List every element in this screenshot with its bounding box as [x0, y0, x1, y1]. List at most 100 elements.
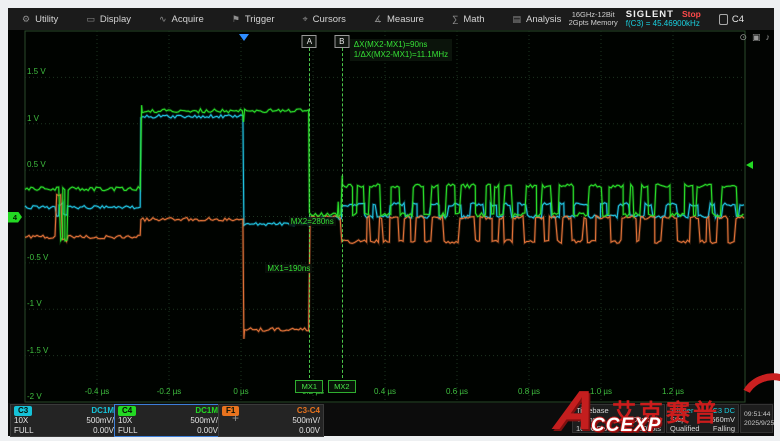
menu-item-utility[interactable]: ⚙Utility — [8, 8, 72, 30]
trigger-panel[interactable]: Trigger C3 DC Stop 560mV Qualified Falli… — [666, 404, 739, 433]
gear-icon: ⚙ — [22, 15, 30, 24]
measure-icon: ∡ — [374, 15, 382, 24]
channel-coupling: DC1M — [91, 406, 114, 416]
menu-item-label: Analysis — [526, 14, 561, 25]
voltage-tick-label: 1 V — [27, 114, 39, 123]
channel-field: 500mV/ — [86, 416, 114, 426]
voltage-tick-label: -1.5 V — [27, 346, 48, 355]
menu-item-label: Trigger — [245, 14, 275, 25]
timebase-delay: 400ns — [576, 415, 596, 424]
menu-item-measure[interactable]: ∡ Measure — [360, 8, 438, 30]
cursor-inverse-delta-x: 1/ΔX(MX2-MX1)=11.1MHz — [354, 50, 448, 60]
trigger-type: Qualified — [670, 424, 700, 433]
cursor-delta-x: ΔX(MX2-MX1)=90ns — [354, 40, 448, 50]
channel-field: 500mV/ — [292, 416, 320, 426]
memory-label: 2Gpts Memory — [569, 19, 618, 28]
voltage-tick-label: 1.5 V — [27, 67, 46, 76]
channel-coupling: C3-C4 — [297, 406, 320, 416]
analysis-icon: ▤ — [513, 15, 522, 24]
channel-field: 10X — [14, 416, 28, 426]
menu-bar: ⚙Utility ▭ Display ∿ Acquire ⚑ Trigger ⌖ Cursors… — [8, 8, 774, 31]
channel-field: FULL — [118, 426, 138, 436]
menu-item-display[interactable]: ▭ Display — [72, 8, 145, 30]
menu-item-acquire[interactable]: ∿ Acquire — [145, 8, 218, 30]
mx2-cursor-tag[interactable]: MX2 — [328, 380, 356, 393]
scope-specs: 16GHz-12Bit 2Gpts Memory — [569, 11, 618, 28]
mx2-value-label: MX2=280ns — [289, 217, 336, 226]
waveform-display[interactable]: 1.5 V 1 V 0.5 V -0.5 V -1 V -1.5 V -2 V -0.4 µ… — [8, 30, 774, 403]
cursor-mx2-line[interactable] — [342, 38, 343, 388]
channel-chip-c4: C4 — [118, 406, 136, 416]
timebase-points: 20kpts — [639, 424, 661, 433]
cursors-crosshair-icon: ⌖ — [303, 15, 308, 24]
active-channel-selector[interactable]: C4 — [719, 14, 744, 25]
beeper-icon[interactable]: ♪ — [766, 32, 771, 43]
time-tick-label: -0.4 µs — [85, 387, 110, 396]
voltage-tick-label: 0.5 V — [27, 160, 46, 169]
timebase-scale: 200ns/div — [629, 415, 661, 424]
acquisition-state-badge[interactable]: Stop — [682, 10, 701, 19]
channel-chip-c3: C3 — [14, 406, 32, 416]
display-corner-icons: ⊙ ▣ ♪ — [739, 32, 770, 43]
trigger-source: C3 DC — [712, 406, 735, 415]
time-tick-label: 1.0 µs — [590, 387, 612, 396]
voltage-tick-label: -1 V — [27, 299, 42, 308]
timebase-sample-rate: 10.0GSa/s — [576, 424, 611, 433]
clock-date: 2025/9/25 — [744, 419, 769, 428]
menu-item-label: Math — [463, 14, 484, 25]
channel-box-c4[interactable]: C4DC1M10X500mV/FULL0.00V — [114, 404, 222, 437]
channel-field: 0.00V — [299, 426, 320, 436]
clock-panel: 09:51:44 2025/9/25 — [740, 404, 773, 433]
trigger-slope: Falling — [713, 424, 735, 433]
zoom-icon[interactable]: ⊙ — [739, 32, 747, 43]
cursor-measurement-readout: ΔX(MX2-MX1)=90ns 1/ΔX(MX2-MX1)=11.1MHz — [350, 39, 452, 61]
time-tick-label: 0 µs — [233, 387, 248, 396]
add-channel-icon[interactable]: + — [232, 411, 239, 425]
status-group: 16GHz-12Bit 2Gpts Memory SIGLENT Stop f(… — [569, 8, 770, 30]
trigger-level-marker[interactable] — [746, 161, 753, 169]
trigger-flag-icon: ⚑ — [232, 15, 240, 24]
active-channel-label: C4 — [732, 14, 744, 25]
menu-item-math[interactable]: ∑ Math — [438, 8, 499, 30]
bottom-status-bar: C3DC1M10X500mV/FULL0.00VC4DC1M10X500mV/F… — [8, 403, 774, 436]
channel-field: 10X — [118, 416, 132, 426]
cursor-b-handle[interactable]: B — [334, 35, 349, 48]
math-icon: ∑ — [452, 15, 458, 24]
menu-items: ⚙Utility ▭ Display ∿ Acquire ⚑ Trigger ⌖ Cursors… — [8, 8, 575, 30]
trigger-level: 560mV — [711, 415, 735, 424]
menu-item-label: Measure — [387, 14, 424, 25]
display-icon: ▭ — [86, 15, 95, 24]
menu-item-analysis[interactable]: ▤ Analysis — [499, 8, 576, 30]
trigger-title: Trigger — [670, 406, 693, 415]
channel-field: FULL — [14, 426, 34, 436]
menu-item-label: Cursors — [313, 14, 346, 25]
waveform-plot — [8, 30, 774, 403]
channel-box-c3[interactable]: C3DC1M10X500mV/FULL0.00V — [10, 404, 118, 437]
voltage-tick-label: -0.5 V — [27, 253, 48, 262]
brand-logo: SIGLENT — [626, 10, 674, 19]
menu-item-label: Display — [100, 14, 131, 25]
channel-field: 500mV/ — [190, 416, 218, 426]
capture-icon[interactable]: ▣ — [752, 32, 761, 43]
oscilloscope-screen: ⚙Utility ▭ Display ∿ Acquire ⚑ Trigger ⌖ Cursors… — [0, 0, 780, 441]
mx1-value-label: MX1=190ns — [265, 264, 312, 273]
trigger-position-marker[interactable] — [239, 34, 249, 41]
channel-field: 0.00V — [197, 426, 218, 436]
time-tick-label: 1.2 µs — [662, 387, 684, 396]
time-tick-label: 0.4 µs — [374, 387, 396, 396]
time-tick-label: 0.6 µs — [446, 387, 468, 396]
clock-time: 09:51:44 — [744, 410, 769, 419]
timebase-panel[interactable]: Timebase 400ns 200ns/div 10.0GSa/s 20kpt… — [572, 404, 665, 433]
menu-item-trigger[interactable]: ⚑ Trigger — [218, 8, 289, 30]
menu-item-label: Acquire — [172, 14, 204, 25]
timebase-title: Timebase — [576, 406, 609, 415]
probe-icon — [719, 14, 728, 25]
acquire-wave-icon: ∿ — [159, 15, 167, 24]
frequency-counter: f(C3) = 45.46900kHz — [626, 19, 701, 28]
mx1-cursor-tag[interactable]: MX1 — [295, 380, 323, 393]
menu-item-cursors[interactable]: ⌖ Cursors — [289, 8, 360, 30]
cursor-a-handle[interactable]: A — [302, 35, 317, 48]
voltage-tick-label: -2 V — [27, 392, 42, 401]
cursor-mx1-line[interactable] — [309, 38, 310, 388]
trigger-state: Stop — [670, 415, 685, 424]
